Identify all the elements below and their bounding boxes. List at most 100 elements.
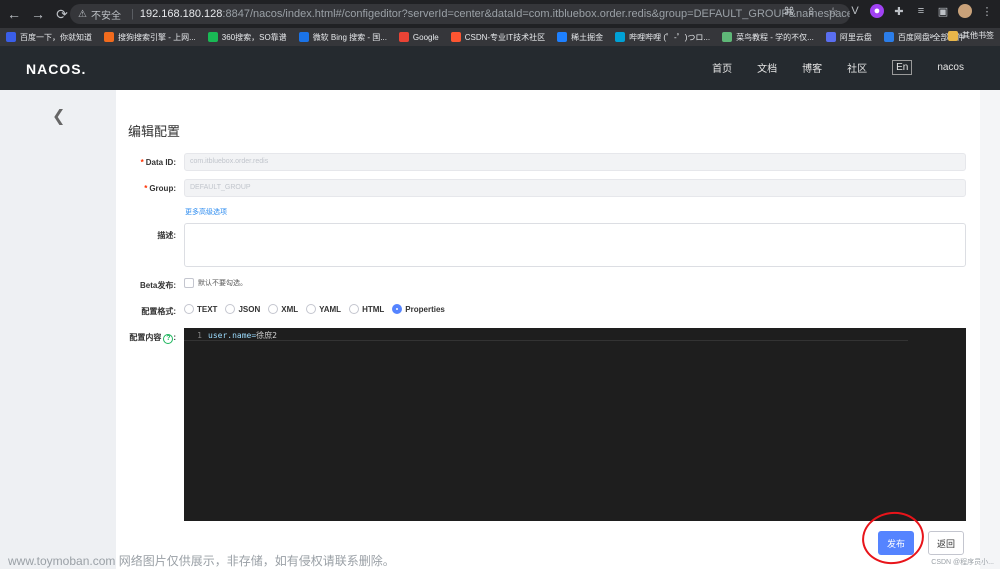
format-option-html[interactable]: HTML <box>349 304 384 314</box>
bookmark-label: 搜狗搜索引擎 - 上网... <box>118 32 196 42</box>
puzzle-icon[interactable]: ✚ <box>892 4 906 18</box>
bookmark-favicon-icon <box>398 32 409 42</box>
url-bar[interactable]: ⚠ 不安全 | 192.168.180.128 :8847/nacos/inde… <box>70 4 850 24</box>
format-option-properties[interactable]: Properties <box>392 304 445 314</box>
bookmark-item[interactable]: 阿里云盘 <box>825 32 872 43</box>
translate-icon[interactable]: ⌘ <box>782 4 796 18</box>
csdn-credit: CSDN @程序员小... <box>931 559 994 566</box>
help-icon[interactable]: ? <box>163 334 174 344</box>
data-id-input[interactable]: com.itbluebox.order.redis <box>184 153 966 171</box>
content-label-text: 配置内容 <box>129 333 162 342</box>
bookmark-favicon-icon <box>298 32 309 42</box>
format-option-yaml[interactable]: YAML <box>306 304 341 314</box>
url-path: :8847/nacos/index.html#/configeditor?ser… <box>222 8 850 20</box>
security-label: 不安全 <box>90 10 121 22</box>
language-switch[interactable]: En <box>892 60 913 75</box>
bookmark-favicon-icon <box>450 32 461 42</box>
star-icon[interactable]: ☆ <box>826 4 840 18</box>
beta-checkbox[interactable] <box>184 278 194 288</box>
radio-button[interactable] <box>306 304 317 314</box>
bookmark-item[interactable]: 菜鸟教程 - 学的不仅... <box>722 32 814 43</box>
bookmark-favicon-icon <box>615 32 626 42</box>
menu-icon[interactable]: ⋮ <box>980 4 994 18</box>
share-icon[interactable]: ⇪ <box>804 4 818 18</box>
other-bookmarks-label: 其他书签 <box>962 31 994 40</box>
bookmark-item[interactable]: 百度一下，你就知道 <box>6 32 92 43</box>
bookmark-label: 稀土掘金 <box>571 32 604 42</box>
bookmark-label: 哔哩哔哩 (゜-゜)つロ... <box>629 32 711 42</box>
code-editor[interactable]: 1 user.name= 徐庶2 <box>184 328 966 521</box>
format-label: 配置格式: <box>141 307 176 316</box>
back-icon[interactable]: ← <box>4 4 24 24</box>
format-option-xml[interactable]: XML <box>268 304 298 314</box>
bookmark-item[interactable]: 360搜索，SO靠谱 <box>207 32 287 43</box>
folder-icon <box>948 30 958 41</box>
other-bookmarks[interactable]: » 其他书签 <box>930 30 994 41</box>
format-label-text: Properties <box>405 304 445 314</box>
nav-blog[interactable]: 博客 <box>802 60 822 75</box>
editor-line: 1 user.name= 徐庶2 <box>184 330 908 341</box>
format-label-text: HTML <box>362 304 385 314</box>
description-textarea[interactable] <box>184 223 966 267</box>
nacos-logo: NACOS. <box>26 61 87 77</box>
reading-list-icon[interactable]: ≡ <box>914 4 928 18</box>
chevron-left-icon[interactable]: ❮ <box>52 106 65 126</box>
radio-button[interactable] <box>392 304 403 314</box>
bookmark-favicon-icon <box>557 32 568 42</box>
browser-toolbar: ← → ⟳ ⚠ 不安全 | 192.168.180.128 :8847/naco… <box>0 0 1000 28</box>
nav-home[interactable]: 首页 <box>712 60 732 75</box>
format-label-text: JSON <box>238 304 261 314</box>
data-id-label: * Data ID: <box>140 158 176 167</box>
url-separator: | <box>130 8 134 20</box>
page-title: 编辑配置 <box>128 124 181 139</box>
beta-label: Beta发布: <box>139 281 176 290</box>
group-label-text: Group: <box>149 184 176 193</box>
radio-button[interactable] <box>349 304 360 314</box>
radio-button[interactable] <box>268 304 279 314</box>
radio-button[interactable] <box>184 304 194 314</box>
bookmark-label: 菜鸟教程 - 学的不仅... <box>736 32 814 42</box>
extension-icon-purple[interactable]: ● <box>870 4 884 18</box>
bookmark-item[interactable]: 稀土掘金 <box>557 32 603 43</box>
bookmark-favicon-icon <box>722 32 733 42</box>
forward-icon[interactable]: → <box>28 4 48 24</box>
return-button[interactable]: 返回 <box>928 531 964 555</box>
bookmark-item[interactable]: Google <box>398 32 439 42</box>
url-host: 192.168.180.128 <box>139 8 223 20</box>
content-label-colon: : <box>173 333 176 342</box>
warning-icon: ⚠ <box>78 8 87 20</box>
config-editor-panel: 编辑配置 * Data ID: com.itbluebox.order.redis… <box>116 90 980 569</box>
nav-docs[interactable]: 文档 <box>757 60 777 75</box>
bookmark-favicon-icon <box>207 32 218 42</box>
advanced-options-link[interactable]: 更多高级选项 <box>185 207 227 217</box>
publish-button[interactable]: 发布 <box>878 531 914 555</box>
nav-community[interactable]: 社区 <box>847 60 867 75</box>
description-label: 描述: <box>157 231 176 240</box>
profile-avatar-icon[interactable] <box>958 4 972 18</box>
sidebar-icon[interactable]: ▣ <box>936 4 950 18</box>
bookmark-item[interactable]: 搜狗搜索引擎 - 上网... <box>104 32 196 43</box>
format-option-text[interactable]: TEXT <box>184 304 217 314</box>
format-label-text: TEXT <box>197 304 218 314</box>
content-label: 配置内容?: <box>116 332 176 344</box>
bookmarks-more[interactable]: » <box>930 31 934 40</box>
sidebar: ❮ <box>0 90 116 569</box>
top-nav: 首页 文档 博客 社区 En nacos <box>687 60 964 75</box>
bookmark-item[interactable]: 哔哩哔哩 (゜-゜)つロ... <box>615 32 710 43</box>
beta-hint: 默认不要勾选。 <box>198 280 247 287</box>
radio-button[interactable] <box>225 304 236 314</box>
format-option-json[interactable]: JSON <box>225 304 260 314</box>
format-label-text: YAML <box>319 304 342 314</box>
bookmark-item[interactable]: 微软 Bing 搜索 - 国... <box>298 32 387 43</box>
format-radio-group: TEXT JSON XML YAML HTML Properties <box>184 304 453 314</box>
bookmark-label: Google <box>412 32 439 42</box>
code-key: user.name= <box>208 330 257 340</box>
group-input[interactable]: DEFAULT_GROUP <box>184 179 966 197</box>
user-name[interactable]: nacos <box>937 62 964 73</box>
extension-icons: ⌘ ⇪ ☆ V ● ✚ ≡ ▣ ⋮ <box>782 4 994 18</box>
bookmark-label: 百度一下，你就知道 <box>20 32 92 42</box>
bookmark-item[interactable]: CSDN-专业IT技术社区 <box>450 32 545 43</box>
reload-icon[interactable]: ⟳ <box>52 4 72 24</box>
vue-extension-icon[interactable]: V <box>848 4 862 18</box>
data-id-label-text: Data ID: <box>145 158 176 167</box>
